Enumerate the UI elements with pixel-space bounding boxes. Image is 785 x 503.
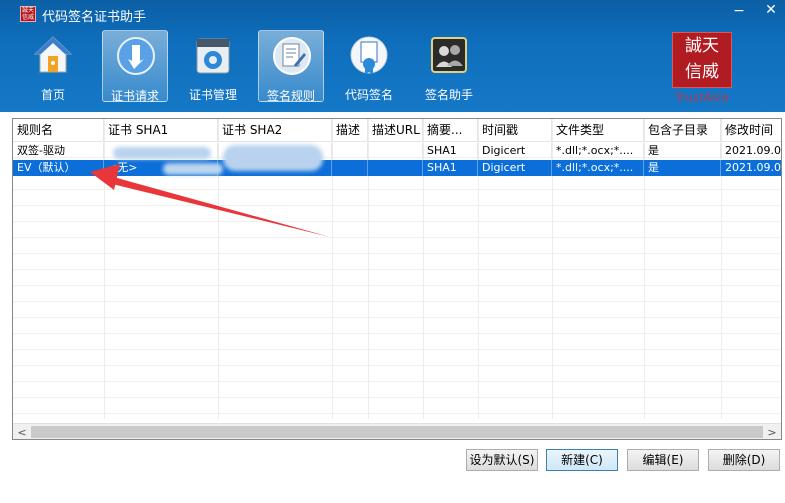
cell-file-types: *.dll;*.ocx;*.... <box>552 143 644 159</box>
cell-desc-url <box>368 160 423 176</box>
column-header[interactable]: 包含子目录 <box>644 119 721 141</box>
scrollbar-thumb[interactable] <box>31 426 763 438</box>
window-header: 誠天信威 代码签名证书助手 − ✕ 首页 证书请求 证书管理 签名规则 代码签名… <box>0 0 785 112</box>
grid-line <box>13 221 781 222</box>
new-button[interactable]: 新建(C) <box>546 449 618 471</box>
column-header[interactable]: 文件类型 <box>552 119 644 141</box>
column-header[interactable]: 修改时间 <box>721 119 781 141</box>
grid-line <box>13 365 781 366</box>
rules-table[interactable]: 规则名 证书 SHA1 证书 SHA2 描述 描述URL 摘要... 时间戳 文… <box>12 118 782 440</box>
minimize-button[interactable]: − <box>732 4 746 18</box>
toolbar-cert-manage[interactable]: 证书管理 <box>180 30 246 102</box>
redacted-sha2 <box>223 145 323 171</box>
sign-helper-icon <box>431 37 467 73</box>
title-bar: 誠天信威 代码签名证书助手 − ✕ <box>0 0 785 26</box>
cert-request-icon <box>117 37 155 75</box>
brand-line1: 誠天 <box>685 36 719 56</box>
window-title: 代码签名证书助手 <box>42 10 147 25</box>
grid-line <box>13 349 781 350</box>
cell-rule-name: 双签-驱动 <box>13 143 104 159</box>
table-header: 规则名 证书 SHA1 证书 SHA2 描述 描述URL 摘要... 时间戳 文… <box>13 119 781 142</box>
toolbar-label: 签名助手 <box>424 88 473 102</box>
column-header[interactable]: 时间戳 <box>478 119 552 141</box>
code-sign-icon <box>350 36 388 74</box>
grid-line <box>13 285 781 286</box>
set-default-button[interactable]: 设为默认(S) <box>466 449 538 471</box>
cell-digest: SHA1 <box>423 143 478 159</box>
grid-line <box>13 237 781 238</box>
grid-line <box>13 413 781 414</box>
scroll-right-icon[interactable]: > <box>765 424 779 439</box>
cell-timestamp: Digicert <box>478 143 552 159</box>
close-button[interactable]: ✕ <box>764 3 778 17</box>
column-header[interactable]: 规则名 <box>13 119 104 141</box>
toolbar-sign-rule[interactable]: 签名规则 <box>258 30 324 103</box>
brand-line2: 信威 <box>685 62 719 82</box>
grid-line <box>13 205 781 206</box>
toolbar-label: 证书请求 <box>110 89 159 103</box>
horizontal-scrollbar[interactable]: < > <box>13 423 781 439</box>
home-icon <box>33 36 73 73</box>
grid-line <box>13 381 781 382</box>
column-header[interactable]: 摘要... <box>423 119 478 141</box>
column-header[interactable]: 证书 SHA1 <box>104 119 218 141</box>
edit-button[interactable]: 编辑(E) <box>627 449 699 471</box>
cell-rule-name: EV（默认） <box>13 160 104 176</box>
toolbar-label: 证书管理 <box>188 88 237 102</box>
cell-timestamp: Digicert <box>478 160 552 176</box>
cell-modified: 2021.09.02 <box>721 143 781 159</box>
column-header[interactable]: 描述 <box>332 119 368 141</box>
brand-mark: 誠天 信威 <box>672 32 732 88</box>
cert-manage-icon <box>196 38 230 74</box>
cell-modified: 2021.09.02 <box>721 160 781 176</box>
grid-line <box>13 269 781 270</box>
app-logo-text: 誠天信威 <box>21 7 34 21</box>
cell-digest: SHA1 <box>423 160 478 176</box>
toolbar-cert-request[interactable]: 证书请求 <box>102 30 168 103</box>
cell-desc <box>332 160 368 176</box>
toolbar-sign-helper[interactable]: 签名助手 <box>416 30 482 102</box>
toolbar-label: 代码签名 <box>344 88 393 102</box>
toolbar-label: 签名规则 <box>266 89 315 103</box>
cell-desc-url <box>368 143 423 159</box>
cell-subdirs: 是 <box>644 143 721 159</box>
column-header[interactable]: 描述URL <box>368 119 423 141</box>
delete-button[interactable]: 删除(D) <box>708 449 780 471</box>
brand-logo: 誠天 信威 TrustAsia <box>668 28 736 106</box>
grid-line <box>13 253 781 254</box>
sign-rule-icon <box>273 37 311 75</box>
grid-line <box>13 333 781 334</box>
app-logo: 誠天信威 <box>20 6 36 22</box>
column-header[interactable]: 证书 SHA2 <box>218 119 332 141</box>
cell-subdirs: 是 <box>644 160 721 176</box>
redacted-sha1-selected <box>163 163 223 175</box>
toolbar-label: 首页 <box>40 88 65 102</box>
grid-line <box>13 189 781 190</box>
toolbar-home[interactable]: 首页 <box>20 30 86 102</box>
brand-subtitle: TrustAsia <box>674 91 730 104</box>
grid-line <box>13 301 781 302</box>
table-row[interactable]: EV（默认） <无> SHA1 Digicert *.dll;*.ocx;*..… <box>13 160 781 176</box>
toolbar-code-sign[interactable]: 代码签名 <box>336 30 402 102</box>
cell-file-types: *.dll;*.ocx;*.... <box>552 160 644 176</box>
cell-desc <box>332 143 368 159</box>
redacted-sha1 <box>113 147 211 159</box>
scroll-left-icon[interactable]: < <box>15 424 29 439</box>
grid-line <box>13 317 781 318</box>
grid-line <box>13 397 781 398</box>
